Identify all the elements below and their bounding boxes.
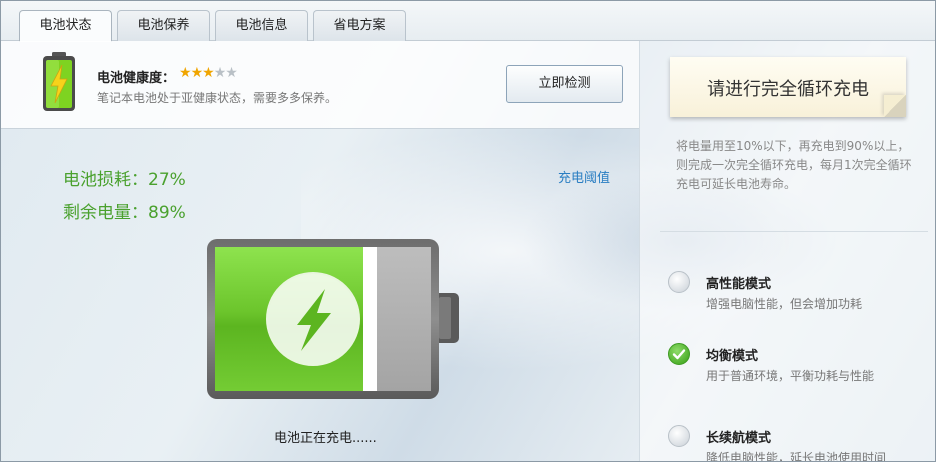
mode-long-battery[interactable]: 长续航模式 降低电脑性能，延长电池使用时间: [668, 425, 928, 462]
right-panel: 请进行完全循环充电 将电量用至10%以下，再充电到90%以上，则完成一次完全循环…: [639, 41, 935, 462]
note-title: 请进行完全循环充电: [707, 79, 869, 100]
mode-title: 均衡模式: [706, 349, 759, 364]
tab-battery-info[interactable]: 电池信息: [215, 10, 308, 41]
battery-fill-edge: [363, 247, 377, 391]
mode-description: 增强电脑性能，但会增加功耗: [706, 297, 863, 311]
tab-power-saving[interactable]: 省电方案: [313, 10, 406, 41]
battery-charge-graphic: [207, 239, 459, 399]
charge-threshold-link[interactable]: 充电阈值: [558, 167, 610, 186]
radio-button[interactable]: [668, 271, 690, 293]
tab-bar: 电池状态 电池保养 电池信息 省电方案: [1, 1, 935, 42]
health-description: 笔记本电池处于亚健康状态，需要多多保养。: [97, 91, 338, 105]
remaining-charge-stat: 剩余电量：89%: [63, 203, 186, 223]
tab-battery-status[interactable]: 电池状态: [19, 10, 112, 42]
charging-status: 电池正在充电......: [274, 431, 377, 446]
mode-balanced[interactable]: 均衡模式 用于普通环境，平衡功耗与性能: [668, 343, 928, 387]
battery-manager-window: 电池状态 电池保养 电池信息 省电方案 电池健康度： ★★★★★ 笔记本电池处于…: [0, 0, 936, 462]
mode-title: 长续航模式: [706, 431, 772, 446]
radio-button-checked[interactable]: [668, 343, 690, 365]
star-empty-icon: ★: [225, 65, 238, 81]
battery-loss-stat: 电池损耗：27%: [63, 170, 186, 190]
battery-health-icon: [43, 52, 75, 111]
cycle-description: 将电量用至10%以下，再充电到90%以上，则完成一次完全循环充电，每月1次完全循…: [676, 139, 912, 191]
checkmark-icon: [672, 349, 686, 360]
star-filled-icon: ★: [179, 65, 192, 81]
tab-battery-care[interactable]: 电池保养: [117, 10, 210, 41]
star-filled-icon: ★: [190, 65, 204, 81]
divider: [660, 231, 928, 232]
health-panel: 电池健康度： ★★★★★ 笔记本电池处于亚健康状态，需要多多保养。 立即检测: [1, 41, 639, 129]
mode-title: 高性能模式: [706, 277, 772, 292]
star-empty-icon: ★: [213, 65, 227, 81]
health-rating: ★★★★★: [179, 65, 238, 81]
cycle-charge-note: 请进行完全循环充电: [670, 57, 906, 117]
mode-high-performance[interactable]: 高性能模式 增强电脑性能，但会增加功耗: [668, 271, 928, 315]
health-label: 电池健康度：: [97, 71, 176, 86]
star-filled-icon: ★: [202, 65, 215, 81]
check-now-button[interactable]: 立即检测: [506, 65, 623, 103]
charging-bolt-icon: [266, 272, 360, 366]
mode-description: 降低电脑性能，延长电池使用时间: [706, 451, 887, 462]
mode-description: 用于普通环境，平衡功耗与性能: [706, 369, 875, 383]
radio-button[interactable]: [668, 425, 690, 447]
